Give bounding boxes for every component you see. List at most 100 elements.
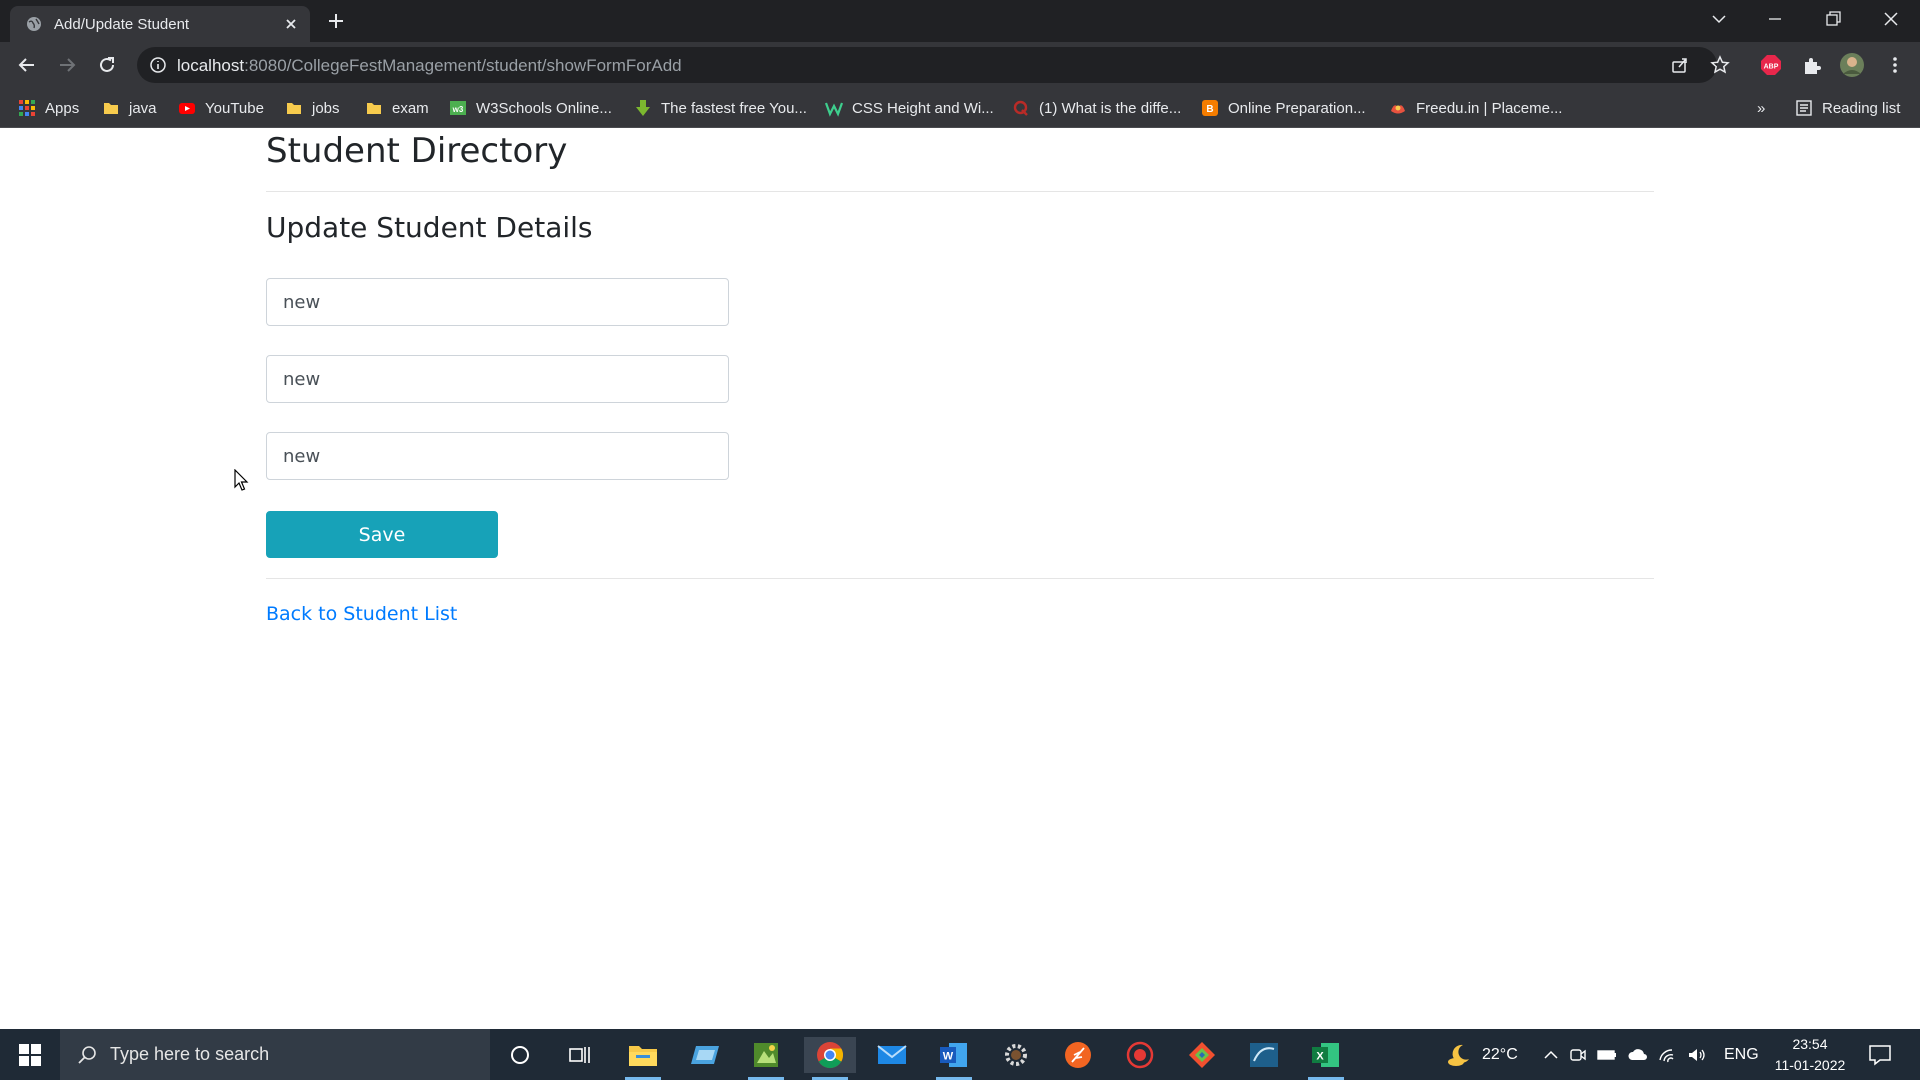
w3schools-icon: w3 (450, 101, 466, 115)
taskbar-app-sketch[interactable] (740, 1037, 792, 1080)
gear-icon (1005, 1044, 1027, 1066)
meet-now-icon[interactable] (1569, 1046, 1587, 1064)
tab-search-chevron-icon[interactable] (1708, 8, 1730, 30)
windows-taskbar: Type here to search W X 22°C ENG 23:54 1… (0, 1029, 1920, 1080)
language-indicator[interactable]: ENG (1724, 1029, 1759, 1080)
start-button[interactable] (0, 1029, 60, 1080)
sketch-app-icon (754, 1043, 778, 1067)
chrome-icon (817, 1042, 844, 1069)
freedu-icon (1391, 105, 1405, 114)
profile-avatar-icon[interactable] (1839, 52, 1865, 78)
url-text[interactable]: localhost:8080/CollegeFestManagement/stu… (177, 56, 682, 76)
wifi-icon[interactable] (1658, 1046, 1678, 1064)
globe-icon (27, 17, 41, 31)
volume-icon[interactable] (1687, 1046, 1707, 1064)
bookmark-freedu[interactable]: Freedu.in | Placeme... (1389, 96, 1562, 120)
svg-text:W: W (943, 1051, 954, 1063)
bookmark-w3schools[interactable]: w3 W3Schools Online... (449, 96, 612, 120)
save-button[interactable]: Save (266, 511, 498, 558)
taskbar-chrome[interactable] (804, 1037, 856, 1080)
bookmark-apps[interactable]: Apps (18, 96, 79, 120)
window-close-icon[interactable] (1880, 8, 1902, 30)
taskbar-settings-app[interactable] (990, 1037, 1042, 1073)
restore-icon[interactable] (1822, 8, 1844, 30)
tray-icons (1542, 1029, 1707, 1080)
taskbar-app-sqlworkbench[interactable] (1238, 1037, 1290, 1073)
address-bar[interactable]: localhost:8080/CollegeFestManagement/stu… (137, 47, 1730, 83)
bookmark-exam[interactable]: exam (365, 96, 429, 120)
bookmarks-overflow-chevron[interactable]: » (1757, 96, 1765, 120)
svg-text:X: X (1316, 1051, 1324, 1063)
bookmark-star-icon[interactable] (1710, 55, 1730, 75)
email-field[interactable] (266, 432, 729, 480)
clock-date: 11-01-2022 (1774, 1057, 1846, 1073)
taskbar-app-git[interactable] (1176, 1037, 1228, 1073)
bookmark-label: CSS Height and Wi... (852, 99, 994, 117)
search-icon (78, 1046, 96, 1064)
taskbar-app-feather[interactable] (1052, 1037, 1104, 1073)
forward-arrow-icon[interactable] (56, 54, 78, 76)
bookmark-jobs[interactable]: jobs (285, 96, 340, 120)
mouse-cursor-icon (234, 469, 249, 491)
cortana-button[interactable] (494, 1037, 546, 1073)
bookmark-quora[interactable]: (1) What is the diffe... (1012, 96, 1181, 120)
bookmark-label: Apps (45, 99, 80, 117)
bookmark-label: java (129, 99, 157, 117)
chevron-up-icon[interactable] (1542, 1046, 1560, 1064)
battery-icon[interactable] (1596, 1046, 1618, 1064)
new-tab-icon[interactable] (326, 11, 346, 31)
bookmark-css-height[interactable]: CSS Height and Wi... (825, 96, 994, 120)
action-center-button[interactable] (1868, 1029, 1892, 1080)
file-explorer-icon (629, 1046, 657, 1066)
onedrive-cloud-icon[interactable] (1627, 1046, 1649, 1064)
cortana-circle-icon (511, 1046, 529, 1064)
reload-icon[interactable] (96, 54, 118, 76)
taskbar-app-drive[interactable] (679, 1037, 731, 1073)
back-to-student-list-link[interactable]: Back to Student List (266, 603, 457, 625)
divider (266, 578, 1654, 579)
close-icon[interactable] (282, 15, 300, 33)
bookmark-fastest-free[interactable]: The fastest free You... (634, 96, 807, 120)
first-name-field[interactable] (266, 278, 729, 326)
git-diamond-icon (1189, 1042, 1215, 1068)
search-placeholder: Type here to search (110, 1044, 270, 1064)
blogger-icon: B (1202, 100, 1218, 116)
browser-tab[interactable]: Add/Update Student (10, 6, 310, 42)
taskbar-search-box[interactable]: Type here to search (60, 1029, 490, 1080)
w-logo-icon (825, 102, 843, 117)
task-view-button[interactable] (554, 1037, 606, 1073)
reading-list-label: Reading list (1822, 99, 1901, 117)
bookmark-label: Freedu.in | Placeme... (1416, 99, 1563, 117)
taskbar-file-explorer[interactable] (617, 1037, 669, 1080)
reading-list-button[interactable]: Reading list (1795, 96, 1900, 120)
browser-tab-strip: Add/Update Student (0, 0, 1920, 42)
taskbar-clock[interactable]: 23:54 11-01-2022 (1768, 1034, 1852, 1076)
extensions-puzzle-icon[interactable] (1801, 54, 1823, 76)
excel-icon: X (1312, 1043, 1339, 1067)
bookmark-label: YouTube (205, 99, 264, 117)
more-menu-icon[interactable] (1884, 54, 1906, 76)
page-content: Student Directory Update Student Details… (0, 129, 1920, 1029)
last-name-field[interactable] (266, 355, 729, 403)
taskbar-word[interactable]: W (928, 1037, 980, 1080)
url-host: localhost (177, 56, 245, 75)
back-arrow-icon[interactable] (16, 54, 38, 76)
minimize-icon[interactable] (1764, 8, 1786, 30)
taskbar-app-recorder[interactable] (1114, 1037, 1166, 1073)
bookmark-youtube[interactable]: YouTube (178, 96, 264, 120)
database-app-icon (1250, 1043, 1278, 1067)
info-icon[interactable] (149, 56, 167, 74)
share-icon[interactable] (1670, 55, 1690, 75)
notification-icon (1869, 1044, 1891, 1066)
folder-icon (287, 103, 301, 114)
svg-text:ABP: ABP (1764, 64, 1779, 71)
clock-time: 23:54 (1792, 1036, 1828, 1052)
taskbar-mail[interactable] (866, 1037, 918, 1073)
storage-app-icon (691, 1046, 719, 1064)
bookmark-java[interactable]: java (102, 96, 157, 120)
bookmark-online-preparation[interactable]: B Online Preparation... (1201, 96, 1366, 120)
taskbar-excel[interactable]: X (1300, 1037, 1352, 1080)
mail-icon (877, 1045, 907, 1064)
weather-widget[interactable]: 22°C (1446, 1029, 1518, 1080)
adblock-plus-icon[interactable]: ABP (1760, 54, 1782, 76)
